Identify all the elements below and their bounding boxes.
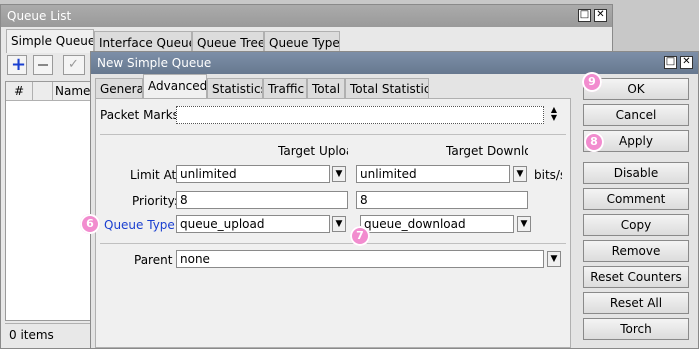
packet-marks-label: Packet Marks	[100, 108, 179, 122]
reset-counters-button[interactable]: Reset Counters	[583, 266, 689, 288]
tab-interface-queues[interactable]: Interface Queues	[94, 31, 192, 53]
queue-list-tabs: Simple Queues Interface Queues Queue Tre…	[4, 29, 610, 53]
dialog-close-icon[interactable]: ✕	[680, 56, 693, 69]
packet-marks-spinner-icon[interactable]: ▲ ▼	[548, 106, 560, 124]
target-download-header: Target Download	[446, 144, 528, 158]
priority-upload-field[interactable]: 8	[176, 191, 348, 209]
copy-button[interactable]: Copy	[583, 214, 689, 236]
limit-at-download-field[interactable]: unlimited	[356, 165, 510, 183]
tab-advanced[interactable]: Advanced	[143, 74, 207, 98]
queue-table[interactable]: # Name	[5, 81, 91, 321]
parent-field[interactable]: none	[176, 250, 544, 268]
queue-list-titlebar[interactable]: Queue List	[1, 5, 612, 27]
comment-button[interactable]: Comment	[583, 188, 689, 210]
limit-at-download-dropdown-icon[interactable]: ▼	[513, 166, 527, 182]
remove-item-button[interactable]	[33, 55, 53, 75]
status-bar: 0 items	[5, 323, 91, 346]
tab-queue-types[interactable]: Queue Types	[264, 31, 340, 53]
tab-queue-tree[interactable]: Queue Tree	[192, 31, 264, 53]
dialog-titlebar[interactable]: New Simple Queue	[91, 52, 698, 74]
column-divider	[32, 82, 33, 100]
separator	[100, 134, 566, 135]
separator	[100, 243, 566, 244]
limit-at-label: Limit At	[130, 168, 177, 182]
torch-button[interactable]: Torch	[583, 318, 689, 340]
enable-button[interactable]: ✓	[63, 55, 85, 75]
item-count: 0 items	[9, 328, 54, 342]
queue-type-upload-dropdown-icon[interactable]: ▼	[332, 216, 346, 232]
add-button[interactable]: +	[7, 54, 27, 75]
annotation-marker-9: 9	[582, 72, 602, 92]
annotation-marker-8: 8	[584, 132, 604, 152]
parent-dropdown-icon[interactable]: ▼	[547, 251, 561, 267]
queue-list-title: Queue List	[7, 9, 72, 23]
column-name[interactable]: Name	[55, 84, 90, 98]
dialog-tabs: General Advanced Statistics Traffic Tota…	[95, 74, 575, 98]
close-icon[interactable]: ✕	[594, 9, 607, 22]
minus-icon	[38, 64, 48, 66]
target-upload-header: Target Upload	[278, 144, 348, 158]
priority-label: Priority:	[132, 194, 178, 208]
limit-at-upload-field[interactable]: unlimited	[176, 165, 330, 183]
check-icon: ✓	[68, 57, 79, 72]
cancel-button[interactable]: Cancel	[583, 104, 689, 126]
tab-total-statistics[interactable]: Total Statistics	[345, 78, 429, 98]
parent-label: Parent	[134, 253, 173, 267]
dialog-maximize-icon[interactable]: □	[664, 56, 677, 69]
tab-simple-queues[interactable]: Simple Queues	[6, 29, 94, 53]
tab-total[interactable]: Total	[307, 78, 345, 98]
queue-type-download-dropdown-icon[interactable]: ▼	[517, 216, 531, 232]
dialog-title: New Simple Queue	[97, 56, 212, 70]
annotation-marker-7: 7	[350, 226, 370, 246]
queue-type-upload-field[interactable]: queue_upload	[176, 215, 330, 233]
tab-statistics[interactable]: Statistics	[207, 78, 263, 98]
annotation-marker-6: 6	[80, 214, 100, 234]
reset-all-counters-button[interactable]: Reset All Counters	[583, 292, 689, 330]
column-number[interactable]: #	[14, 84, 24, 98]
priority-download-field[interactable]: 8	[356, 191, 528, 209]
column-divider	[52, 82, 53, 100]
remove-button[interactable]: Remove	[583, 240, 689, 262]
table-header: # Name	[6, 82, 90, 101]
queue-type-download-field[interactable]: queue_download	[360, 215, 514, 233]
unit-label: bits/s	[534, 168, 562, 182]
packet-marks-field[interactable]	[176, 106, 544, 124]
tab-general[interactable]: General	[95, 78, 143, 98]
disable-button[interactable]: Disable	[583, 162, 689, 184]
plus-icon: +	[11, 54, 27, 75]
limit-at-upload-dropdown-icon[interactable]: ▼	[332, 166, 346, 182]
tab-traffic[interactable]: Traffic	[263, 78, 307, 98]
queue-type-label: Queue Type	[104, 218, 175, 232]
maximize-icon[interactable]: □	[578, 9, 591, 22]
